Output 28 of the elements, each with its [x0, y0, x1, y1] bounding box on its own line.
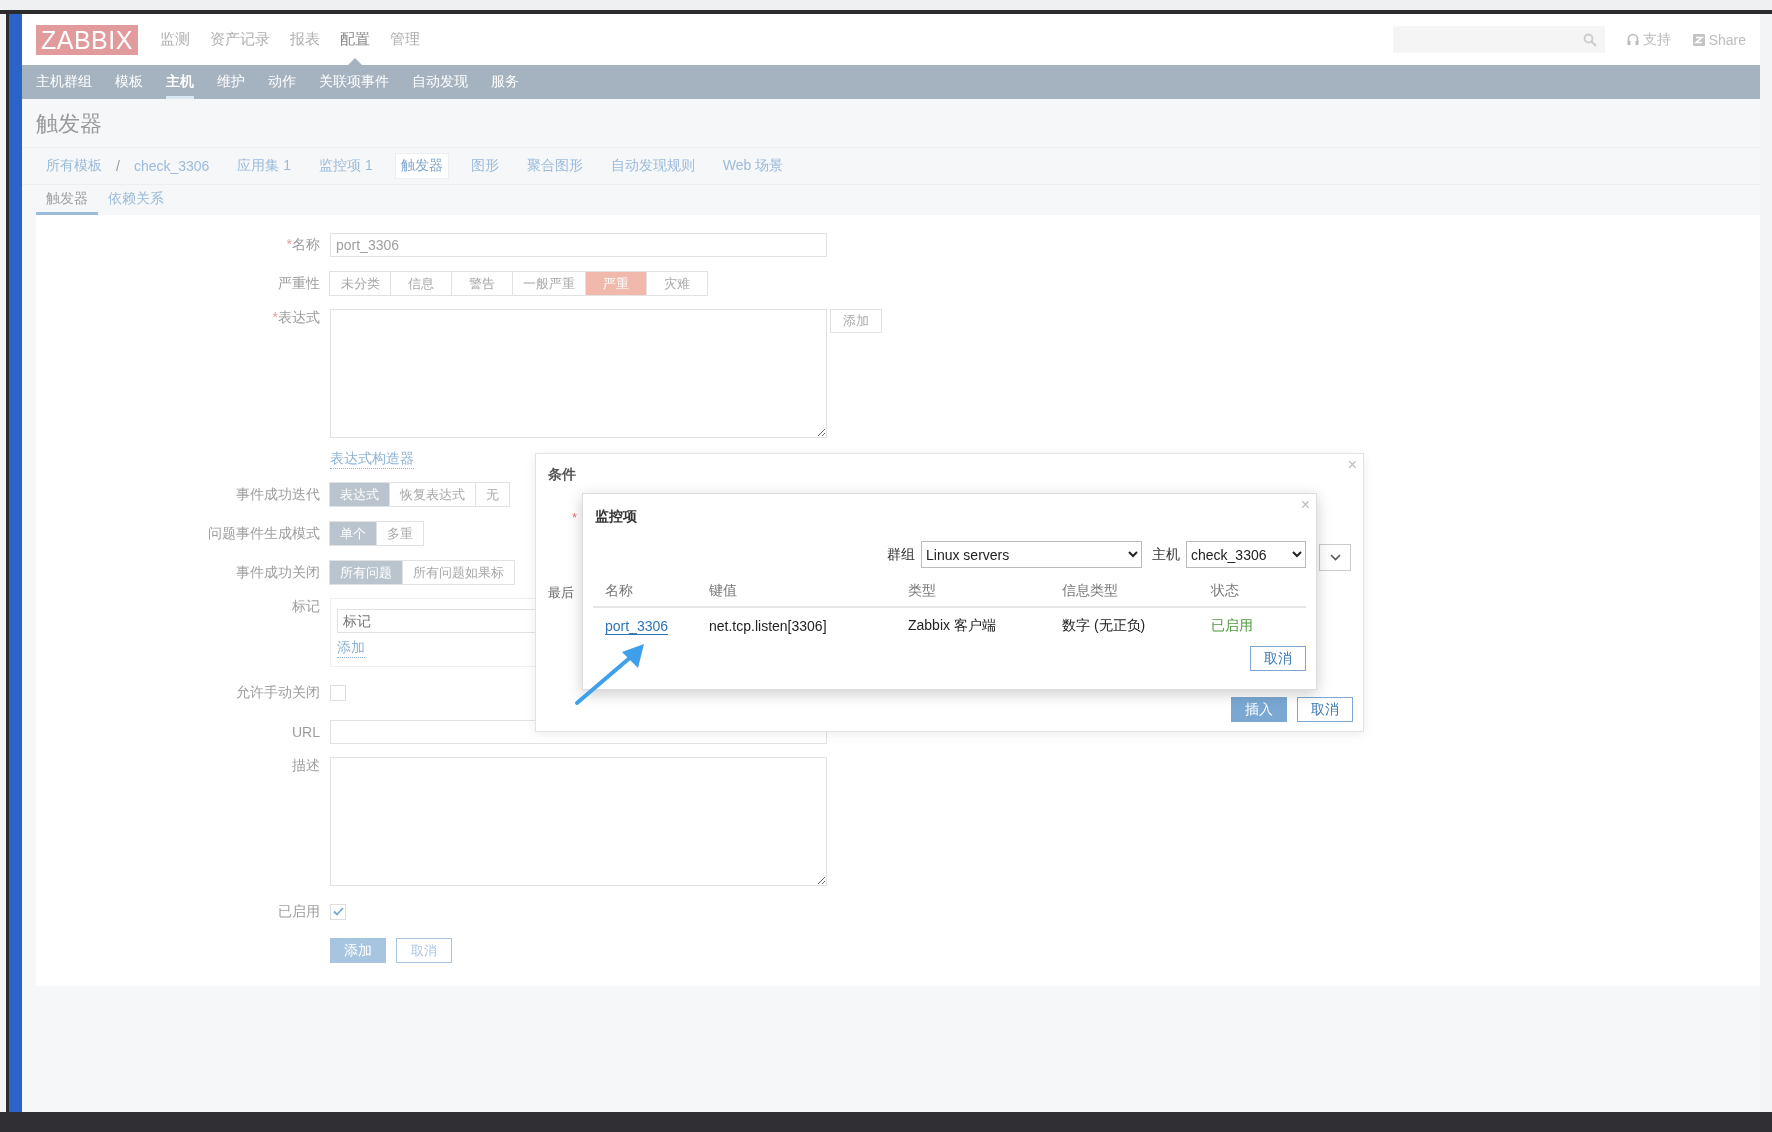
field-label: *名称 [285, 235, 320, 254]
required-mark: * [572, 510, 578, 525]
page-title: 触发器 [22, 99, 1760, 148]
table-cell: Zabbix 客户端 [896, 607, 1050, 644]
field-label: 标记 [291, 598, 320, 616]
field-label: 问题事件生成模式 [207, 524, 320, 543]
field-label: 主机 [1152, 545, 1180, 564]
table-cell: 数字 (无正负) [1050, 607, 1199, 644]
field-label: 已启用 [277, 902, 320, 921]
field-label: 群组 [887, 545, 915, 564]
field-label: 允许手动关闭 [235, 683, 320, 702]
field-label: 严重性 [277, 274, 320, 293]
field-label: 事件成功关闭 [235, 563, 320, 582]
breadcrumb-separator: / [116, 158, 120, 174]
column-header: 键值 [697, 576, 896, 607]
field-label: 事件成功迭代 [235, 485, 320, 504]
dialog-title: 监控项 [595, 508, 637, 526]
dialog-title: 条件 [548, 466, 576, 484]
field-label: *表达式 [271, 309, 320, 327]
column-header: 类型 [896, 576, 1050, 607]
field-label: URL [291, 723, 320, 740]
field-label: 描述 [291, 757, 320, 775]
column-header: 状态 [1199, 576, 1306, 607]
column-header: 名称 [593, 576, 697, 607]
status-cell: 已启用 [1199, 607, 1306, 644]
table-cell: net.tcp.listen[3306] [697, 607, 896, 644]
field-label: 最后 [548, 584, 574, 602]
column-header: 信息类型 [1050, 576, 1199, 607]
